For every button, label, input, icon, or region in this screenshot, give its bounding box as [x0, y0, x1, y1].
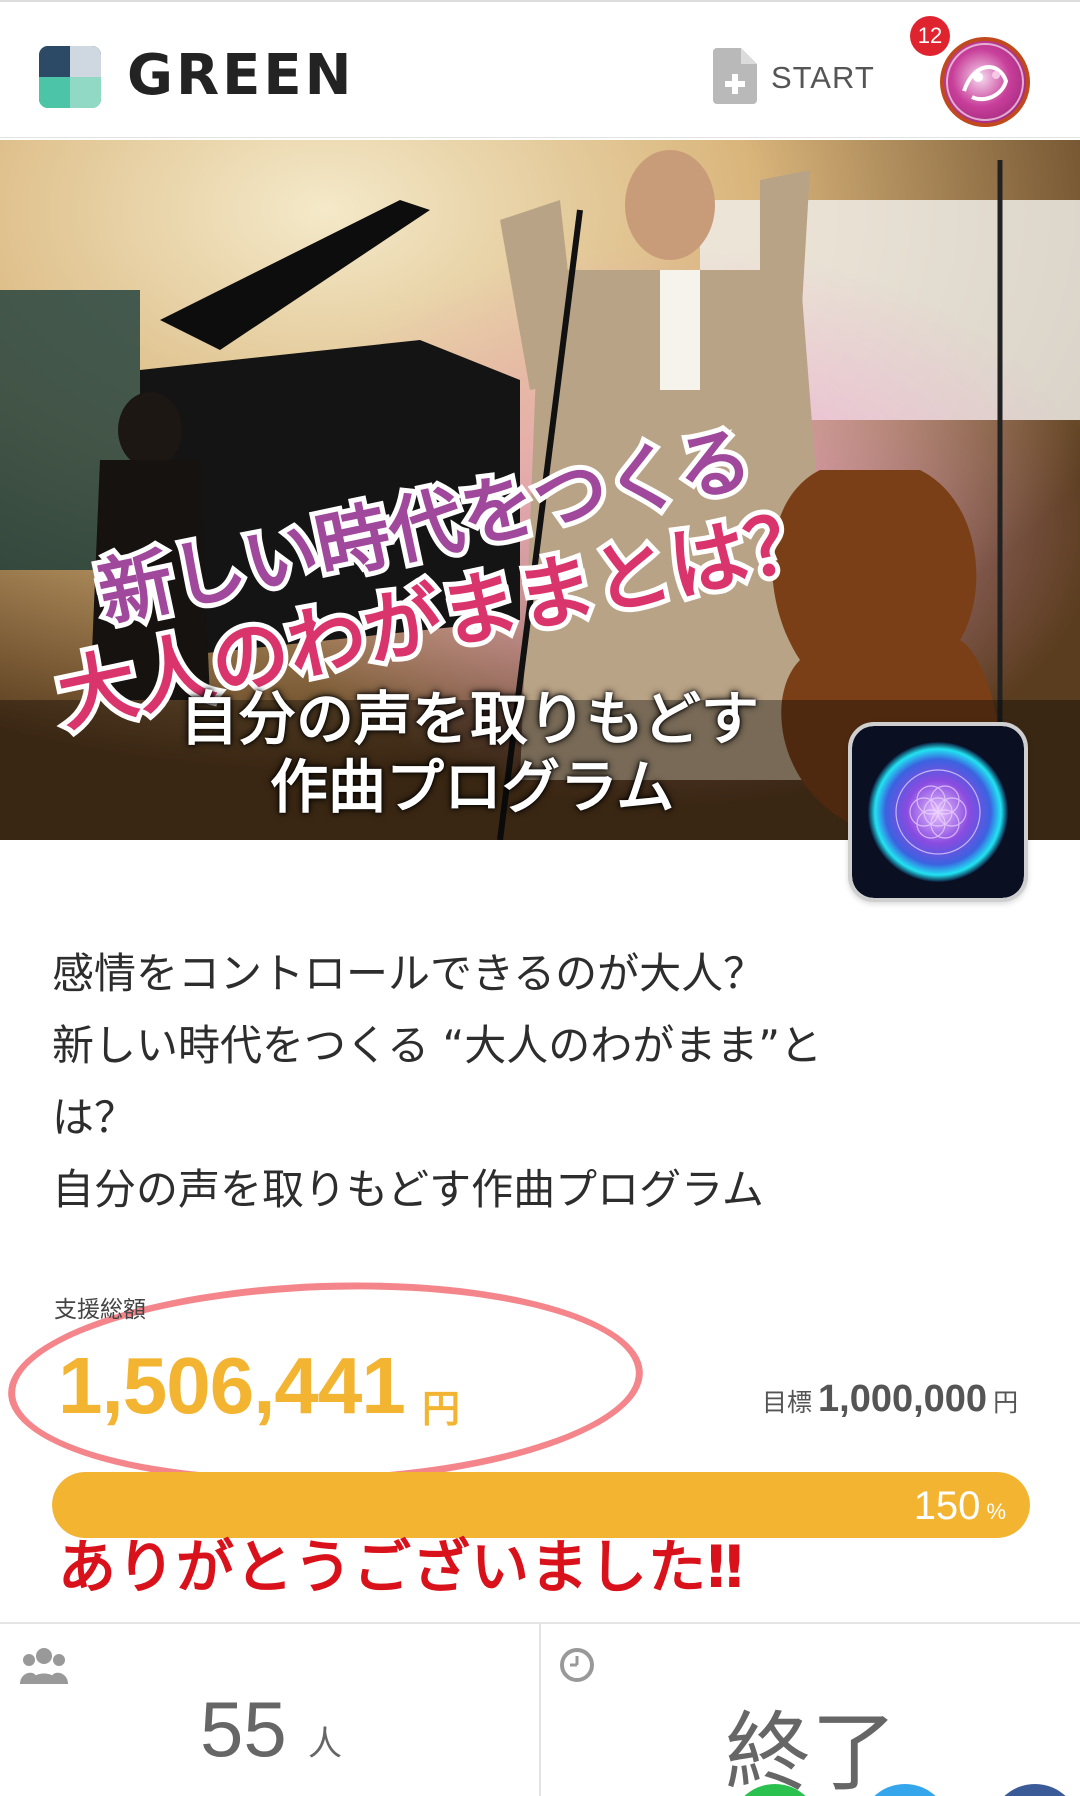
description-line: は？: [52, 1093, 137, 1142]
green-logo-icon[interactable]: [39, 46, 101, 108]
thanks-message: ありがとうございました‼: [58, 1533, 745, 1601]
project-stats: 55 人 終了: [0, 1622, 1080, 1796]
funding-total-amount: 1,506,441: [58, 1341, 406, 1430]
app-header: GREEN START 12: [0, 0, 1080, 138]
share-line-icon[interactable]: [730, 1784, 820, 1796]
notification-badge[interactable]: 12: [910, 16, 950, 56]
stats-divider: [539, 1624, 541, 1796]
app-logo-text[interactable]: GREEN: [127, 44, 354, 108]
supporters-count: 55: [200, 1685, 287, 1773]
progress-percent-unit: %: [986, 1499, 1006, 1524]
project-description: 感情をコントロールできるのが大人？ 新しい時代をつくる “大人のわがまま”と は…: [52, 938, 992, 1226]
share-buttons-partial[interactable]: [720, 1784, 1080, 1796]
goal-amount: 1,000,000: [818, 1378, 988, 1420]
people-group-icon: [20, 1646, 68, 1690]
goal-label: 目標: [762, 1388, 813, 1417]
start-label: START: [771, 60, 875, 95]
funding-total-label: 支援総額: [54, 1297, 146, 1323]
supporters-unit: 人: [308, 1724, 342, 1764]
start-project-button[interactable]: START: [713, 48, 875, 108]
clock-icon: [558, 1646, 596, 1688]
description-line: 感情をコントロールできるのが大人？: [52, 949, 766, 998]
add-document-icon: [713, 48, 757, 108]
goal-unit: 円: [993, 1388, 1019, 1417]
funding-goal: 目標 1,000,000 円: [762, 1378, 1018, 1421]
progress-percent-value: 150: [913, 1484, 981, 1528]
avatar[interactable]: [940, 37, 1030, 127]
hero-subtitle-line2: 作曲プログラム: [270, 753, 675, 821]
project-icon: [848, 722, 1028, 902]
project-status: 終了: [725, 1703, 897, 1796]
share-twitter-icon[interactable]: [860, 1784, 950, 1796]
description-line: 新しい時代をつくる “大人のわがまま”と: [52, 1021, 823, 1070]
funding-total-unit: 円: [422, 1387, 461, 1431]
progress-percent: 150%: [914, 1484, 1006, 1529]
share-facebook-icon[interactable]: [990, 1784, 1080, 1796]
description-line: 自分の声を取りもどす作曲プログラム: [52, 1165, 764, 1214]
